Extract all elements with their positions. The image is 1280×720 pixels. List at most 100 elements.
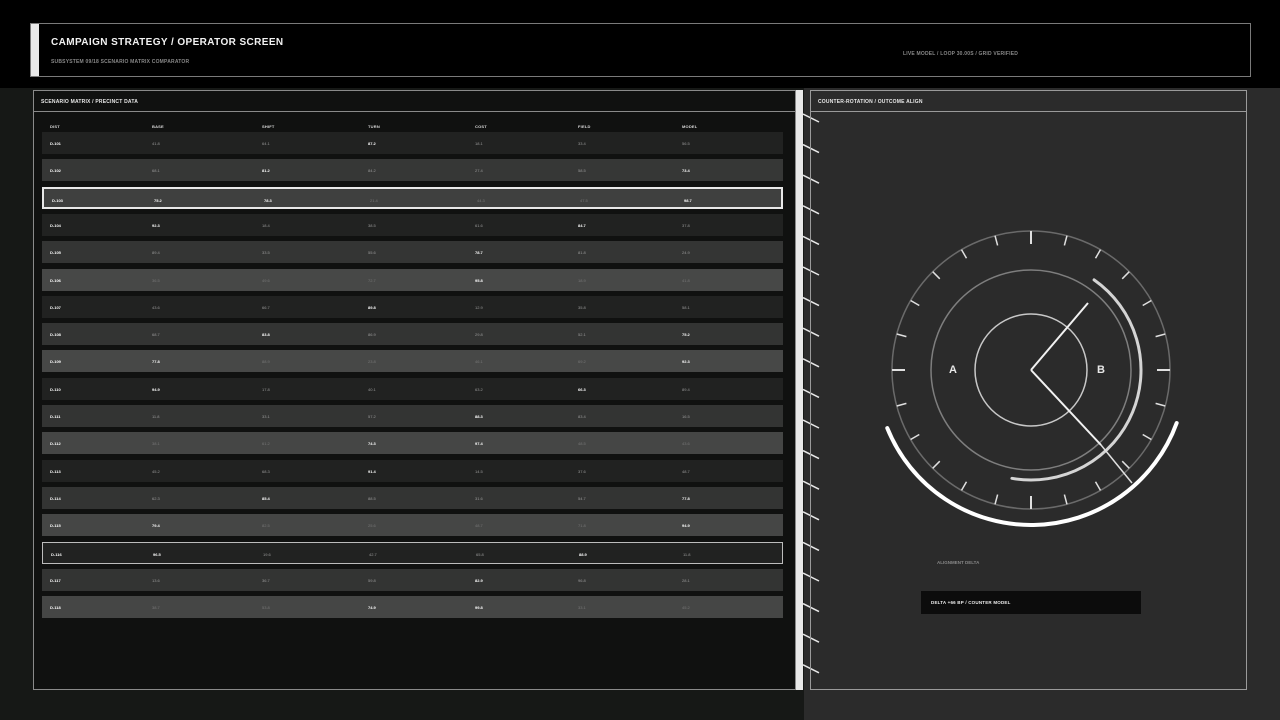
table-row[interactable]: D-101 41.8 64.1 87.2 18.1 33.4 56.5 [42, 132, 783, 154]
cell-dist: D-114 [50, 495, 61, 501]
cell-base: 92.3 [152, 222, 160, 228]
cell-model: 58.1 [682, 304, 690, 310]
cell-shift: 49.6 [262, 277, 270, 283]
cell-turn: 23.8 [368, 359, 376, 365]
cell-cost: 63.2 [475, 386, 483, 392]
table-row[interactable]: D-114 62.3 85.4 88.5 31.6 54.7 77.8 [42, 486, 783, 509]
cell-base: 96.5 [153, 551, 161, 557]
table-row[interactable]: D-105 89.4 33.5 55.6 78.7 81.8 24.9 [42, 241, 783, 264]
table-row[interactable]: D-111 11.8 33.1 57.2 88.3 83.4 16.5 [42, 405, 783, 427]
cell-turn: 74.9 [368, 605, 376, 611]
cell-shift: 85.4 [262, 495, 270, 501]
cell-dist: D-115 [50, 523, 61, 529]
cell-turn: 89.8 [368, 304, 376, 310]
cell-model: 48.7 [682, 468, 690, 474]
cell-cost: 88.3 [475, 414, 483, 419]
cell-dist: D-110 [50, 386, 61, 392]
table-row[interactable]: D-109 77.8 88.9 23.8 46.1 69.2 92.3 [42, 350, 783, 373]
column-header-dist[interactable]: DIST [50, 124, 60, 129]
dial-needle-b-inner [1030, 369, 1102, 446]
table-row[interactable]: D-102 68.1 81.2 84.2 27.4 58.5 73.4 [42, 159, 783, 182]
column-header-base[interactable]: BASE [152, 124, 164, 129]
cell-cost: 14.5 [475, 468, 483, 474]
cell-model: 45.2 [682, 605, 690, 611]
page-title: CAMPAIGN STRATEGY / OPERATOR SCREEN [51, 37, 284, 48]
table-row[interactable]: D-104 92.3 18.4 38.5 61.6 84.7 37.8 [42, 213, 783, 236]
cell-cost: 99.8 [475, 605, 483, 611]
cell-field: 37.6 [578, 468, 586, 474]
dial-tick [960, 249, 968, 259]
cell-turn: 57.2 [368, 414, 376, 419]
cell-base: 38.7 [152, 605, 160, 611]
cell-turn: 86.9 [368, 332, 376, 338]
cell-base: 62.3 [152, 495, 160, 501]
dial-tick [932, 460, 941, 469]
table-row[interactable]: D-117 13.6 36.7 59.8 82.9 96.8 28.1 [42, 568, 783, 591]
dial-label-a: A [949, 364, 957, 376]
cell-cost: 78.7 [475, 250, 483, 256]
column-header-turn[interactable]: TURN [368, 124, 380, 129]
cell-base: 75.2 [154, 197, 162, 203]
table-row[interactable]: D-107 43.6 66.7 89.8 12.9 35.8 58.1 [42, 295, 783, 318]
cell-turn: 25.6 [368, 523, 376, 529]
column-header-shift[interactable]: SHIFT [262, 124, 275, 129]
cell-dist: D-105 [50, 250, 61, 256]
cell-model: 11.8 [683, 551, 691, 557]
table-row[interactable]: D-113 45.2 68.3 91.4 14.5 37.6 48.7 [42, 459, 783, 482]
table-row[interactable]: D-116 96.5 19.6 42.7 65.8 88.9 11.8 [42, 541, 783, 564]
cell-cost: 44.3 [477, 197, 485, 203]
table-row[interactable]: D-110 94.9 17.8 40.1 63.2 66.3 89.4 [42, 377, 783, 400]
table-row[interactable]: D-118 38.7 53.8 74.9 99.8 33.1 45.2 [42, 596, 783, 619]
outcome-align-panel: COUNTER-ROTATION / OUTCOME ALIGN A B ALI… [810, 90, 1247, 690]
cell-turn: 21.4 [370, 197, 378, 203]
column-header-cost[interactable]: COST [475, 124, 487, 129]
cell-base: 68.7 [152, 332, 160, 338]
cell-model: 37.8 [682, 222, 690, 228]
dial-needle-b-outer [1100, 444, 1133, 484]
cell-field: 71.8 [578, 523, 586, 529]
cell-field: 69.2 [578, 359, 586, 365]
cell-shift: 36.7 [262, 577, 270, 583]
column-header-model[interactable]: MODEL [682, 124, 697, 129]
cell-field: 18.9 [578, 277, 586, 283]
cell-cost: 61.6 [475, 222, 483, 228]
table-row[interactable]: D-108 68.7 83.8 86.9 29.8 52.1 75.2 [42, 323, 783, 346]
cell-turn: 84.2 [368, 168, 376, 174]
cell-cost: 18.1 [475, 141, 483, 146]
cell-model: 75.2 [682, 332, 690, 338]
cell-dist: D-106 [50, 277, 61, 283]
cell-field: 54.7 [578, 495, 586, 501]
dial-tick [1063, 235, 1068, 246]
system-status: LIVE MODEL / LOOP 30.00S / GRID VERIFIED [903, 51, 1019, 57]
cell-cost: 31.6 [475, 495, 483, 501]
page-subtitle: SUBSYSTEM 09/18 SCENARIO MATRIX COMPARAT… [51, 59, 190, 65]
cell-field: 84.7 [578, 222, 586, 228]
cell-field: 88.9 [579, 551, 587, 557]
cell-dist: D-116 [51, 551, 62, 557]
cell-base: 89.4 [152, 250, 160, 256]
cell-turn: 72.7 [368, 277, 376, 283]
cell-field: 58.5 [578, 168, 586, 174]
cell-cost: 27.4 [475, 168, 483, 174]
cell-turn: 91.4 [368, 468, 376, 474]
scenario-matrix-panel: SCENARIO MATRIX / PRECINCT DATA DIST BASE… [33, 90, 796, 690]
table-row[interactable]: D-112 38.1 61.2 74.3 97.4 48.5 43.6 [42, 432, 783, 455]
cell-shift: 33.5 [262, 250, 270, 256]
column-header-field[interactable]: FIELD [578, 124, 591, 129]
table-row[interactable]: D-106 36.5 49.6 72.7 95.8 18.9 41.8 [42, 268, 783, 291]
cell-field: 52.1 [578, 332, 586, 338]
header-bar: CAMPAIGN STRATEGY / OPERATOR SCREEN SUBS… [30, 23, 1251, 77]
cell-cost: 82.9 [475, 577, 483, 583]
table-row[interactable]: D-115 79.4 82.5 25.6 48.7 71.8 94.9 [42, 514, 783, 537]
cell-turn: 87.2 [368, 141, 376, 146]
cell-model: 41.8 [682, 277, 690, 283]
cell-model: 77.8 [682, 495, 690, 501]
table-row[interactable]: D-103 75.2 78.3 21.4 44.3 47.5 98.7 [42, 186, 783, 209]
cell-dist: D-103 [52, 197, 63, 203]
cell-shift: 68.3 [262, 468, 270, 474]
delta-readout-text: DELTA +66 BP / COUNTER MODEL [931, 600, 1011, 605]
cell-base: 45.2 [152, 468, 160, 474]
cell-base: 94.9 [152, 386, 160, 392]
dial-tick [1121, 271, 1130, 280]
cell-cost: 95.8 [475, 277, 483, 283]
